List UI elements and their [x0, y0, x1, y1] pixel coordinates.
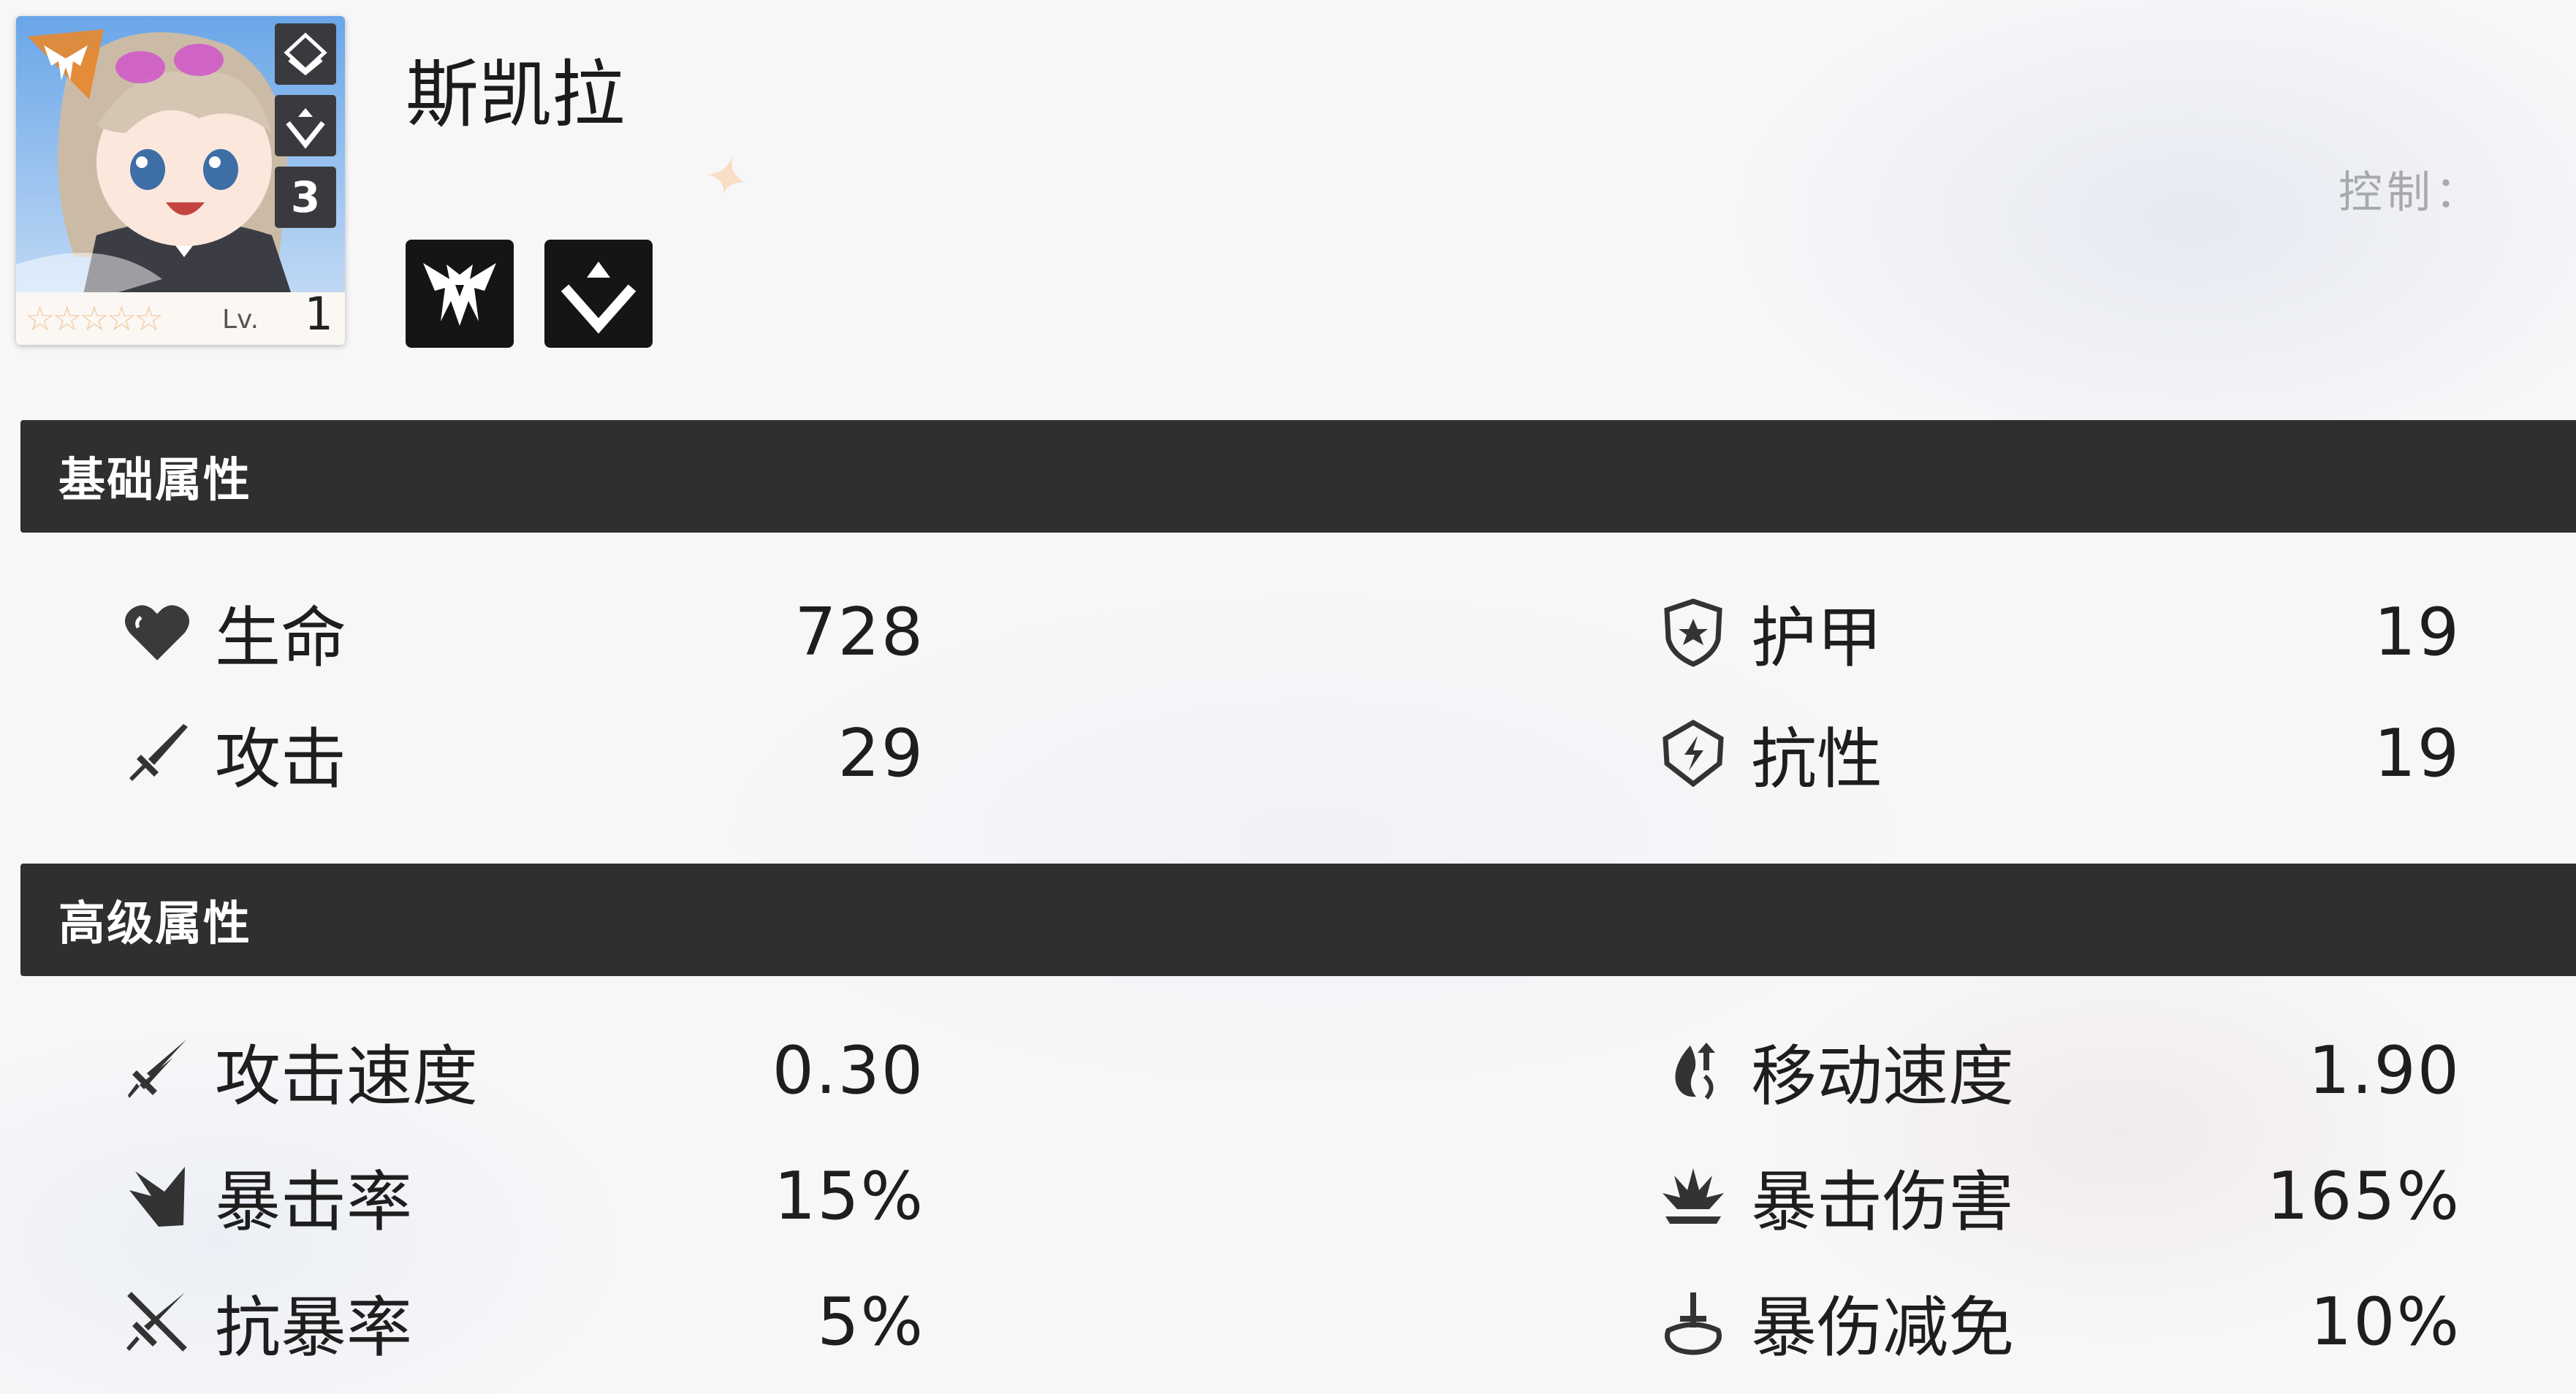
- stat-value: 19: [2374, 593, 2461, 671]
- level-value: 1: [304, 287, 333, 340]
- basic-attributes-header: 基础属性: [20, 420, 2576, 533]
- stat-value: 29: [837, 715, 924, 792]
- stat-label: 抗性: [1751, 721, 1882, 798]
- class-badge-icon: [28, 29, 104, 99]
- stat-label: 护甲: [1751, 600, 1882, 677]
- sword-icon: [117, 713, 197, 793]
- attack-speed-icon: [117, 1030, 197, 1111]
- stat-move-speed: 移动速度 1.90: [1653, 1023, 2461, 1118]
- stat-crit-rate: 暴击率 15%: [117, 1149, 924, 1243]
- stat-value: 10%: [2309, 1283, 2461, 1360]
- stat-value: 19: [2374, 715, 2461, 792]
- stat-label: 攻击速度: [215, 1038, 478, 1115]
- stat-label: 暴伤减免: [1751, 1290, 2014, 1366]
- stat-crit-damage-reduction: 暴伤减免 10%: [1653, 1274, 2461, 1369]
- character-name: 斯凯拉: [406, 52, 625, 137]
- crit-resist-icon: [117, 1281, 197, 1362]
- stat-value: 728: [794, 593, 924, 671]
- portrait-footer: ☆☆☆☆☆ Lv. 1: [16, 287, 345, 345]
- stat-label: 抗暴率: [215, 1290, 412, 1366]
- stat-crit-resist: 抗暴率 5%: [117, 1274, 924, 1369]
- star-rating: ☆☆☆☆☆: [25, 299, 164, 338]
- character-portrait[interactable]: 3 ☆☆☆☆☆ Lv. 1: [16, 16, 345, 345]
- shield-icon: [1653, 592, 1733, 672]
- stat-value: 5%: [817, 1283, 924, 1360]
- heart-icon: [117, 592, 197, 672]
- rank-number: 3: [290, 172, 321, 222]
- stat-attack: 攻击 29: [117, 706, 924, 801]
- stat-armor: 护甲 19: [1653, 584, 2461, 679]
- rank-badge: 3: [275, 167, 336, 228]
- chevron-diamond-icon[interactable]: [544, 240, 653, 348]
- stat-value: 0.30: [772, 1032, 924, 1109]
- winged-emblem-icon[interactable]: [406, 240, 514, 348]
- faded-label: 控制：: [2338, 167, 2483, 218]
- resist-shield-icon: [1653, 713, 1733, 793]
- stat-label: 暴击伤害: [1751, 1164, 2014, 1241]
- section-title: 高级属性: [58, 897, 251, 951]
- sparkle-icon: [706, 156, 745, 194]
- advanced-attributes-header: 高级属性: [20, 864, 2576, 976]
- move-speed-icon: [1653, 1030, 1733, 1111]
- stat-value: 1.90: [2308, 1032, 2461, 1109]
- section-title: 基础属性: [58, 454, 251, 508]
- stat-label: 生命: [215, 600, 346, 677]
- crit-damage-reduction-icon: [1653, 1281, 1733, 1362]
- stat-hp: 生命 728: [117, 584, 924, 679]
- crit-rate-icon: [117, 1156, 197, 1236]
- type-chevron-icon: [275, 95, 336, 156]
- stat-label: 攻击: [215, 721, 346, 798]
- stat-label: 暴击率: [215, 1164, 412, 1241]
- level-label: Lv.: [222, 305, 259, 335]
- stat-crit-damage: 暴击伤害 165%: [1653, 1149, 2461, 1243]
- crit-damage-icon: [1653, 1156, 1733, 1236]
- faction-icon: [275, 23, 336, 85]
- stat-value: 165%: [2266, 1157, 2461, 1235]
- stat-label: 移动速度: [1751, 1038, 2014, 1115]
- stat-resistance: 抗性 19: [1653, 706, 2461, 801]
- stat-value: 15%: [773, 1157, 924, 1235]
- stat-attack-speed: 攻击速度 0.30: [117, 1023, 924, 1118]
